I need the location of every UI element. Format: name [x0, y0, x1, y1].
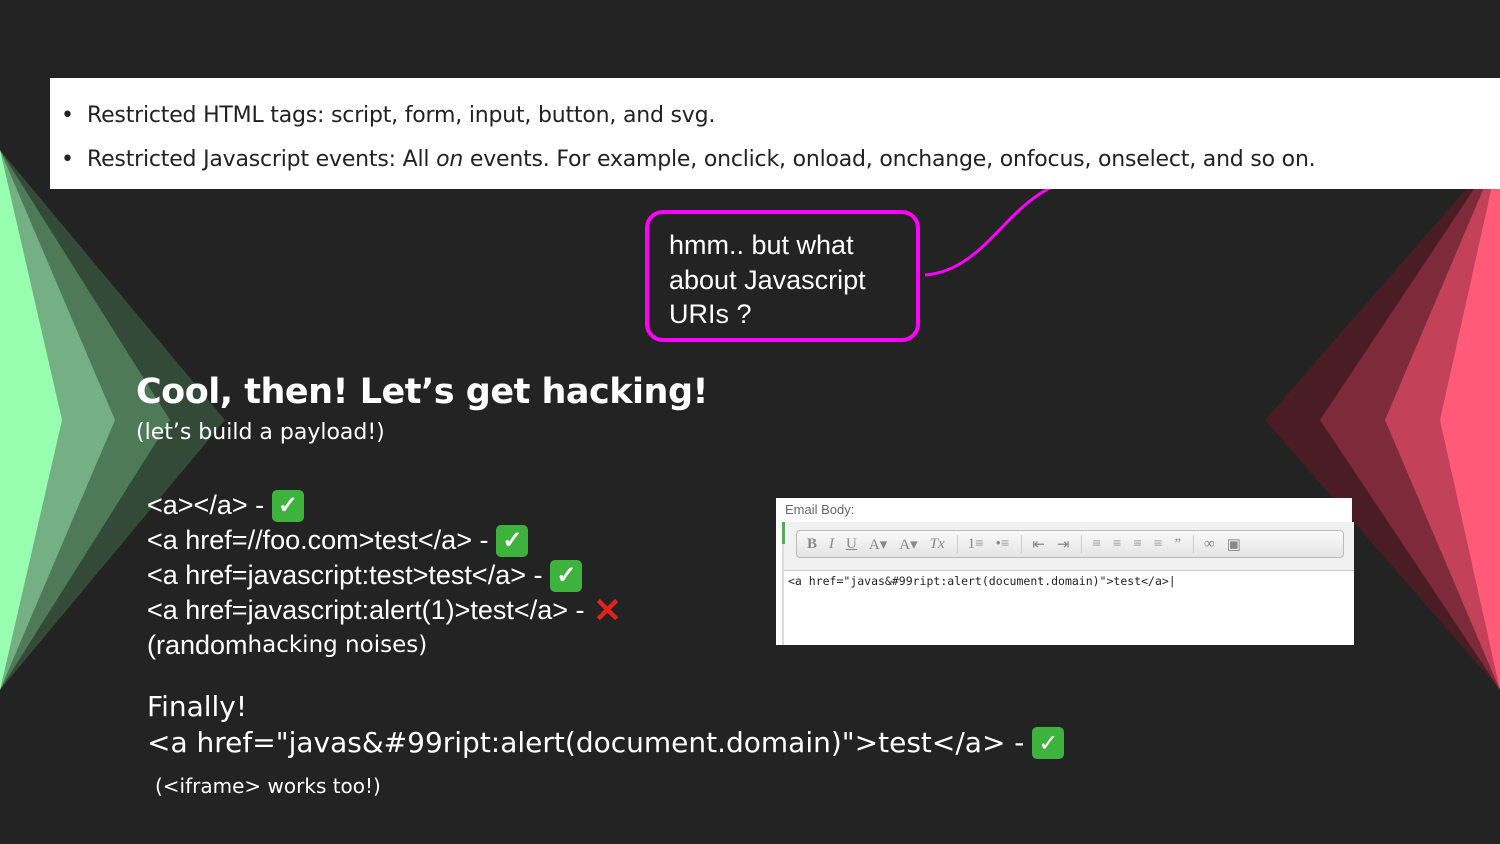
- attempt-row: <a href=//foo.com>test</a> - ✓: [147, 523, 624, 558]
- underline-icon[interactable]: U: [846, 536, 857, 553]
- email-body-label: Email Body:: [785, 502, 855, 517]
- image-icon[interactable]: ▣: [1227, 535, 1241, 554]
- email-editor-screenshot: Email Body: B I U A▾ A▾ Tx 1≡ •≡ ⇤ ⇥ ≡ ≡…: [776, 498, 1354, 645]
- align-center-icon[interactable]: ≡: [1113, 536, 1121, 553]
- attempt-row: <a href=javascript:alert(1)>test</a> - ✕: [147, 593, 624, 628]
- italic-icon[interactable]: I: [829, 536, 834, 553]
- cross-icon: ✕: [593, 591, 622, 630]
- bullet-list-icon[interactable]: •≡: [996, 536, 1010, 553]
- indent-icon[interactable]: ⇥: [1057, 535, 1070, 554]
- outdent-icon[interactable]: ⇤: [1032, 535, 1045, 554]
- attempt-row: <a></a> - ✓: [147, 488, 624, 523]
- bullet-icon: •: [61, 147, 74, 172]
- attempt-row: <a href=javascript:test>test</a> - ✓: [147, 558, 624, 593]
- restriction-js-events: • Restricted Javascript events: All on e…: [61, 138, 1500, 182]
- iframe-note: (<iframe> works too!): [155, 774, 381, 798]
- background-color-icon[interactable]: A▾: [899, 535, 917, 554]
- check-icon: ✓: [1032, 726, 1065, 759]
- payload-attempts: <a></a> - ✓ <a href=//foo.com>test</a> -…: [147, 488, 624, 663]
- editor-box: B I U A▾ A▾ Tx 1≡ •≡ ⇤ ⇥ ≡ ≡ ≡ ≡ ” ∞ ▣ <…: [782, 522, 1354, 645]
- check-icon: ✓: [550, 559, 583, 592]
- numbered-list-icon[interactable]: 1≡: [968, 536, 984, 553]
- final-payload: <a href="javas&#99ript:alert(document.do…: [147, 726, 1065, 759]
- callout-text: hmm.. but what about Javascript URIs ?: [669, 230, 866, 329]
- link-icon[interactable]: ∞: [1204, 536, 1215, 553]
- editor-toolbar: B I U A▾ A▾ Tx 1≡ •≡ ⇤ ⇥ ≡ ≡ ≡ ≡ ” ∞ ▣: [796, 530, 1344, 558]
- text-color-icon[interactable]: A▾: [869, 535, 887, 554]
- check-icon: ✓: [272, 489, 305, 522]
- slide-heading: Cool, then! Let’s get hacking!: [136, 372, 709, 412]
- bullet-icon: •: [61, 103, 74, 128]
- bold-icon[interactable]: B: [807, 536, 817, 553]
- restriction-html-tags: • Restricted HTML tags: script, form, in…: [61, 94, 1500, 138]
- slide-subheading: (let’s build a payload!): [136, 420, 385, 445]
- editor-content[interactable]: <a href="javas&#99ript:alert(document.do…: [788, 574, 1176, 588]
- check-icon: ✓: [496, 524, 529, 557]
- align-left-icon[interactable]: ≡: [1092, 536, 1100, 553]
- clear-format-icon[interactable]: Tx: [930, 536, 945, 553]
- align-right-icon[interactable]: ≡: [1133, 536, 1141, 553]
- finally-label: Finally!: [147, 690, 248, 723]
- quote-icon[interactable]: ”: [1174, 536, 1181, 553]
- noises-row: (random hacking noises): [147, 630, 428, 660]
- justify-icon[interactable]: ≡: [1154, 536, 1162, 553]
- callout-bubble: hmm.. but what about Javascript URIs ?: [645, 210, 920, 342]
- restrictions-panel: • Restricted HTML tags: script, form, in…: [50, 78, 1500, 189]
